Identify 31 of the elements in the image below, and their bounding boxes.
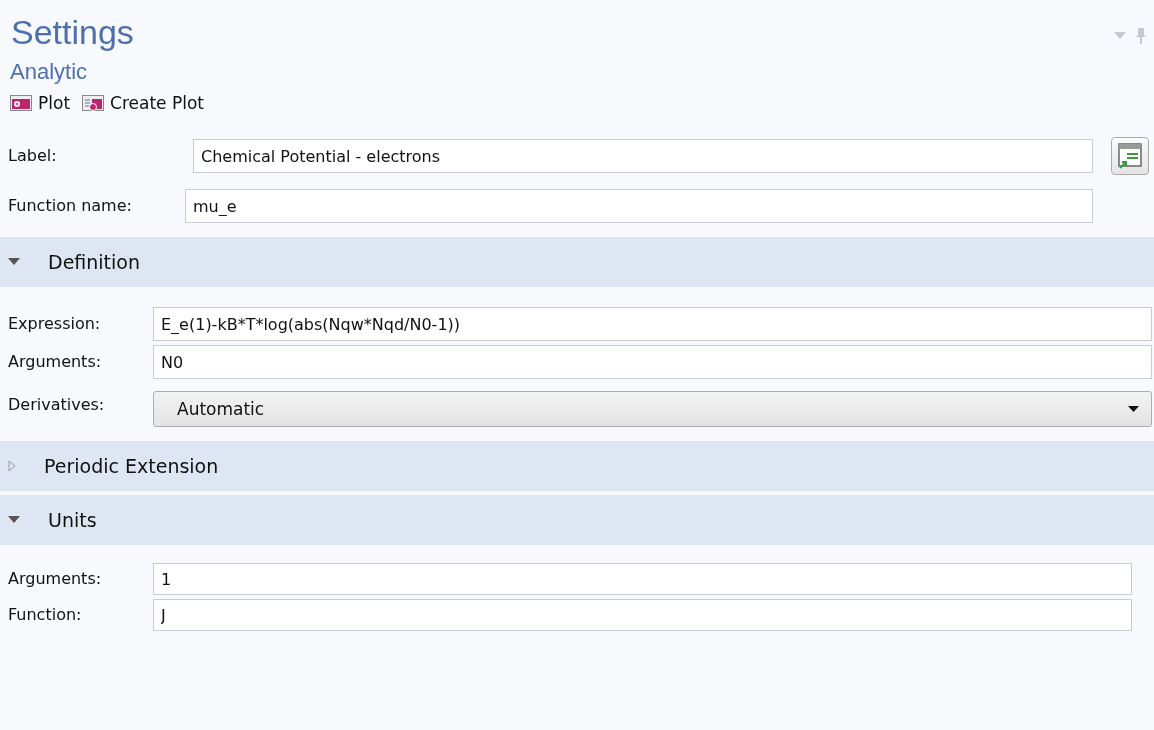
text-field[interactable]: 1 bbox=[153, 563, 1132, 595]
section-header[interactable]: Units bbox=[0, 495, 1154, 545]
plot-icon bbox=[10, 95, 32, 111]
text-field[interactable]: J bbox=[153, 599, 1132, 631]
field-label: Expression: bbox=[8, 314, 102, 334]
field-label: Label: bbox=[8, 146, 58, 166]
section-header[interactable]: Definition bbox=[0, 237, 1154, 287]
field-label: Arguments: bbox=[8, 352, 103, 372]
create-plot-icon bbox=[82, 95, 105, 111]
field-label: Arguments: bbox=[8, 569, 103, 589]
panel-title: Settings bbox=[10, 12, 134, 53]
note-icon bbox=[1118, 143, 1142, 169]
field-label: Function name: bbox=[8, 196, 133, 216]
dropdown[interactable]: Automatic bbox=[153, 391, 1152, 427]
expanded-triangle-icon bbox=[8, 516, 20, 524]
node-type-title: Analytic bbox=[9, 58, 89, 86]
plot-button[interactable]: Plot bbox=[8, 93, 73, 113]
expanded-triangle-icon bbox=[8, 258, 20, 266]
dropdown-icon[interactable] bbox=[1114, 32, 1126, 40]
text-field[interactable]: E_e(1)-kB*T*log(abs(Nqw*Nqd/N0-1)) bbox=[153, 307, 1152, 341]
collapsed-triangle-icon bbox=[8, 460, 16, 472]
comment-button[interactable] bbox=[1111, 137, 1149, 175]
text-field[interactable]: N0 bbox=[153, 345, 1152, 379]
text-field[interactable]: Chemical Potential - electrons bbox=[193, 139, 1093, 173]
create-plot-button[interactable]: Create Plot bbox=[80, 93, 206, 113]
pin-icon[interactable] bbox=[1136, 28, 1146, 44]
section-header[interactable]: Periodic Extension bbox=[0, 441, 1154, 491]
field-label: Derivatives: bbox=[8, 395, 106, 415]
field-label: Function: bbox=[8, 605, 83, 625]
text-field[interactable]: mu_e bbox=[185, 189, 1093, 223]
dropdown-caret-icon bbox=[1128, 405, 1139, 413]
